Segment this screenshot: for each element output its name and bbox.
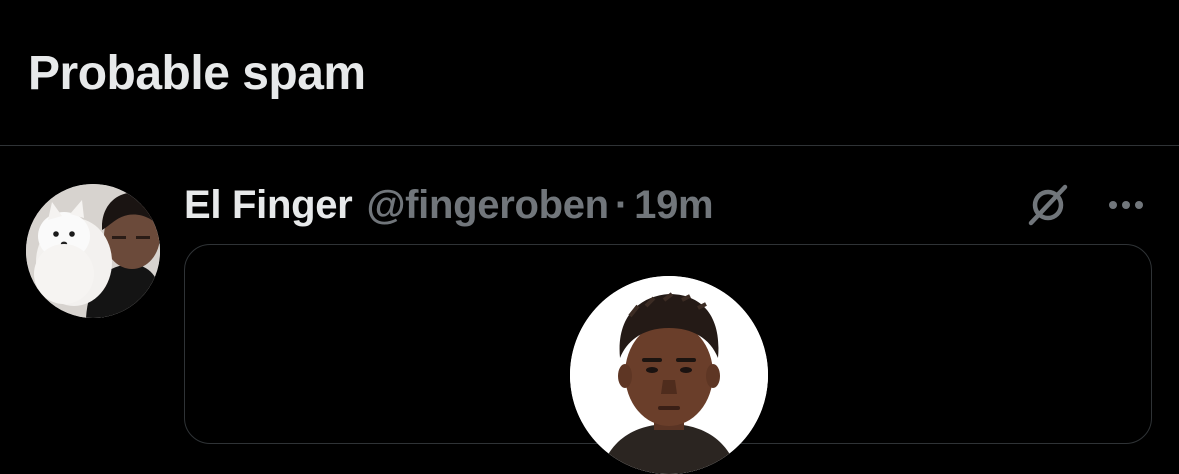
grok-button[interactable]: [1022, 179, 1074, 231]
section-title: Probable spam: [28, 47, 366, 100]
author-avatar[interactable]: [26, 184, 160, 318]
post[interactable]: El Finger @fingeroben · 19m: [0, 147, 1179, 474]
card-avatar-image: [570, 276, 768, 474]
grok-icon: [1028, 184, 1068, 226]
embedded-profile-card[interactable]: [184, 244, 1152, 474]
meta-separator: ·: [614, 182, 629, 227]
card-profile-avatar[interactable]: [570, 276, 768, 474]
section-header: Probable spam: [0, 0, 1179, 146]
author-handle[interactable]: @fingeroben: [366, 183, 609, 228]
more-options-icon: [1109, 201, 1143, 209]
post-header: El Finger @fingeroben · 19m: [184, 177, 714, 233]
post-timestamp[interactable]: 19m: [634, 183, 713, 228]
more-options-button[interactable]: [1100, 179, 1152, 231]
avatar-image: [26, 184, 160, 318]
author-display-name[interactable]: El Finger: [184, 183, 353, 228]
